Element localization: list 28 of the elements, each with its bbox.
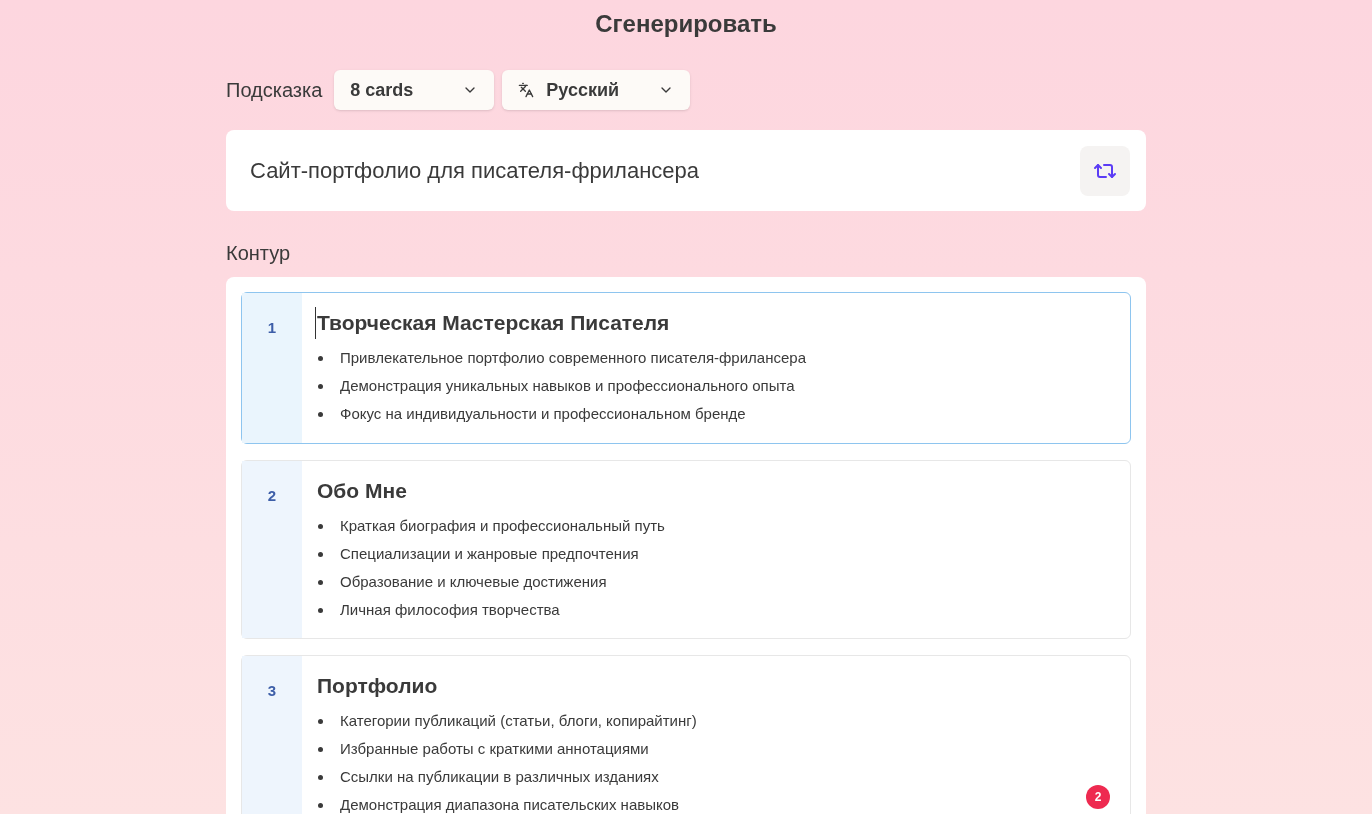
bullet-text: Специализации и жанровые предпочтения: [340, 543, 639, 564]
card-number: 3: [267, 681, 277, 701]
language-icon: [518, 82, 535, 98]
bullet-text: Личная философия творчества: [340, 599, 560, 620]
bullet-text: Демонстрация уникальных навыков и профессионального опыта: [340, 376, 795, 397]
shuffle-button[interactable]: [1080, 145, 1130, 196]
bullet-text: Избранные работы с краткими аннотациями: [340, 739, 649, 760]
language-dropdown[interactable]: Русский: [502, 70, 691, 110]
card-title[interactable]: Обо Мне: [317, 474, 665, 506]
bullet-text: Демонстрация диапазона писательских навыков: [340, 795, 680, 814]
outline-label: Контур: [226, 241, 292, 266]
bullet-text: Образование и ключевые достижения: [340, 571, 607, 592]
page-title: Сгенерировать: [595, 9, 777, 39]
bullet-text: Краткая биография и профессиональный путь: [340, 515, 665, 536]
bullet-text: Категории публикаций (статьи, блоги, копирайтинг): [340, 711, 697, 732]
card-title[interactable]: Творческая Мастерская Писателя: [315, 307, 806, 339]
outline-card[interactable]: [241, 292, 1131, 444]
bullet-text: Фокус на индивидуальности и профессиональном бренде: [340, 404, 746, 425]
bullet-text: Привлекательное портфолио современного писателя-фрилансера: [340, 348, 806, 369]
prompt-field[interactable]: Сайт-портфолио для писателя-фрилансера: [226, 130, 1146, 211]
card-count-dropdown[interactable]: 8 cards: [334, 70, 495, 110]
bullet-text: Ссылки на публикации в различных изданиях: [340, 767, 659, 788]
card-number: 1: [267, 318, 277, 338]
prompt-input[interactable]: Сайт-портфолио для писателя-фрилансера: [250, 154, 1080, 187]
card-title[interactable]: Портфолио: [317, 670, 697, 702]
prompt-label: Подсказка: [226, 78, 323, 103]
outline-card[interactable]: 2 Обо Мне Краткая биография и профессиональный путь Специализации и жанровые предпочтения Образование и ключевые достижения Личная философия творчества: [241, 459, 1131, 639]
card-number: 2: [267, 485, 277, 506]
